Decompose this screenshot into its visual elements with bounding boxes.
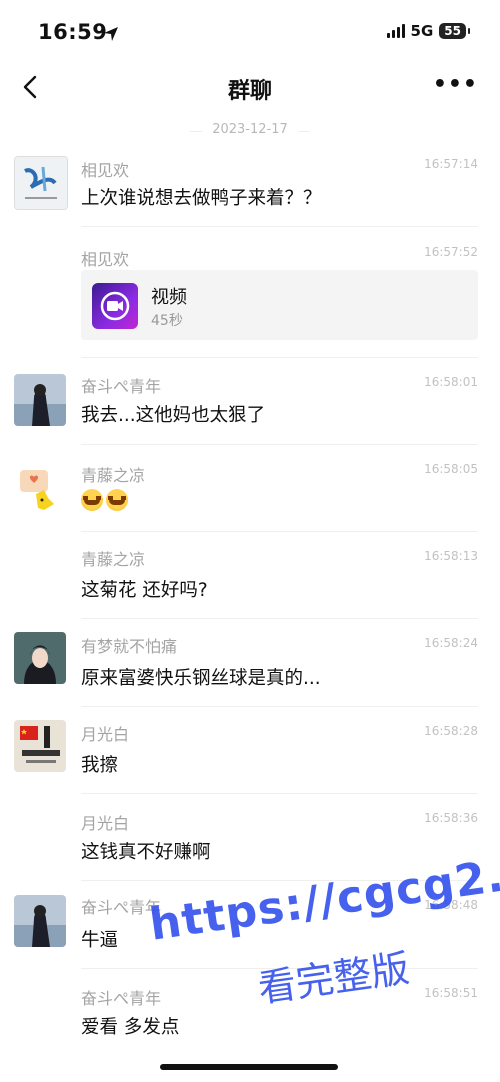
home-indicator[interactable]: [160, 1064, 338, 1070]
divider: [81, 618, 478, 619]
status-bar: 16:59 5G 55: [0, 0, 500, 62]
message-time: 16:58:13: [424, 549, 478, 563]
anime-girl-avatar-icon: [14, 632, 66, 684]
message-time: 16:58:24: [424, 636, 478, 650]
message-time: 16:57:14: [424, 157, 478, 171]
more-options-button[interactable]: •••: [433, 74, 478, 96]
divider: [81, 357, 478, 358]
status-indicators: 5G 55: [386, 22, 470, 40]
date-label: 2023-12-17: [202, 122, 298, 137]
sender-name: 奋斗ぺ青年: [81, 989, 162, 1008]
sender-name: 相见欢: [81, 161, 130, 180]
message-text: 我擦: [81, 755, 119, 776]
sender-name: 青藤之凉: [81, 466, 146, 485]
video-camera-icon: [92, 283, 138, 329]
divider: [81, 793, 478, 794]
avatar[interactable]: [14, 464, 66, 516]
network-type: 5G: [410, 22, 434, 40]
avatar[interactable]: [14, 374, 66, 426]
message-time: 16:58:51: [424, 986, 478, 1000]
divider: [81, 706, 478, 707]
sender-name: 月光白: [81, 814, 130, 833]
message-text: 这钱真不好赚啊: [81, 842, 211, 863]
avatar[interactable]: [14, 632, 66, 684]
video-duration: 45秒: [151, 313, 183, 329]
cartoon-avatar-icon: [14, 464, 66, 516]
message-text: 上次谁说想去做鸭子来着？？: [81, 188, 322, 209]
page-title: 群聊: [227, 79, 272, 104]
avatar[interactable]: [14, 720, 66, 772]
nav-bar: 群聊 •••: [0, 62, 500, 114]
person-silhouette-avatar-icon: [14, 895, 66, 947]
divider: [81, 531, 478, 532]
avatar[interactable]: [14, 156, 68, 210]
person-silhouette-avatar-icon: [14, 374, 66, 426]
sender-name: 奋斗ぺ青年: [81, 377, 162, 396]
laughing-crying-emoji-icon: [81, 489, 103, 511]
video-card[interactable]: 视频 45秒: [81, 270, 478, 340]
video-title: 视频: [151, 287, 187, 308]
message-text: 这菊花 还好吗?: [81, 580, 208, 601]
laughing-crying-emoji-icon: [106, 489, 128, 511]
avatar[interactable]: [14, 895, 66, 947]
watermark-caption: 看完整版: [255, 946, 413, 1011]
status-time: 16:59: [38, 20, 108, 44]
message-time: 16:58:01: [424, 375, 478, 389]
message-text: 爱看 多发点: [81, 1017, 180, 1038]
divider: [81, 444, 478, 445]
flag-avatar-icon: [14, 720, 66, 772]
location-arrow-icon: [104, 27, 118, 41]
message-time: 16:58:05: [424, 462, 478, 476]
calligraphy-avatar-icon: [15, 157, 67, 209]
signal-icon: [386, 24, 405, 38]
message-text: 原来富婆快乐钢丝球是真的...: [81, 668, 321, 689]
divider: [81, 226, 478, 227]
message-time: 16:58:36: [424, 811, 478, 825]
date-divider: 2023-12-17: [0, 122, 500, 137]
message-time: 16:58:28: [424, 724, 478, 738]
sender-name: 相见欢: [81, 250, 130, 269]
message-text: 我去...这他妈也太狠了: [81, 405, 266, 426]
sender-name: 有梦就不怕痛: [81, 637, 178, 656]
message-text: 牛逼: [81, 930, 119, 951]
sender-name: 青藤之凉: [81, 550, 146, 569]
emoji-content: [81, 489, 131, 511]
sender-name: 月光白: [81, 725, 130, 744]
battery-icon: 55: [439, 23, 470, 39]
message-time: 16:57:52: [424, 245, 478, 259]
